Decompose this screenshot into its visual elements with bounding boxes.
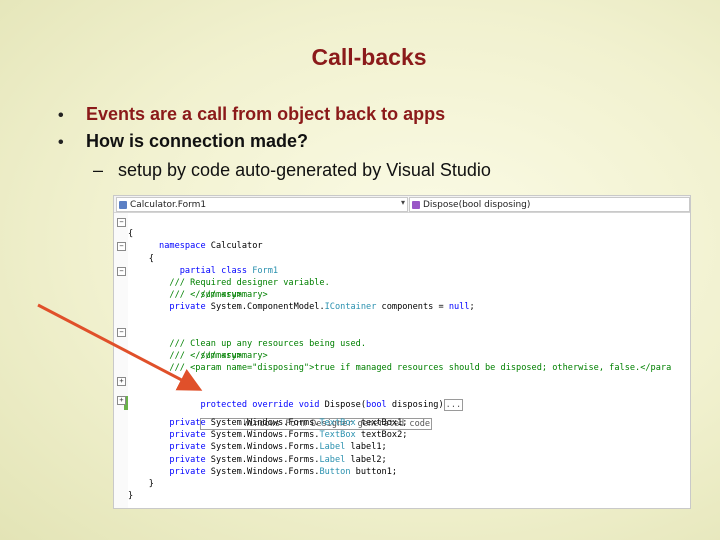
code-line: − namespace Calculator — [117, 216, 263, 251]
sub-bullet-text: setup by code auto-generated by Visual S… — [118, 160, 491, 180]
bullet-item-connection: • How is connection made? — [58, 131, 445, 158]
class-icon — [119, 200, 127, 209]
code-line: } — [128, 491, 134, 502]
chevron-down-icon[interactable]: ▾ — [401, 198, 405, 207]
editor-navigation-bar: Calculator.Form1 ▾ Dispose(bool disposin… — [114, 196, 690, 213]
code-line: /// </summary> — [128, 351, 242, 362]
class-dropdown[interactable]: Calculator.Form1 ▾ — [116, 197, 408, 212]
code-line: private System.Windows.Forms.Label label… — [169, 454, 387, 465]
slide-title: Call-backs — [311, 44, 427, 70]
code-line: { — [128, 229, 134, 240]
sub-bullet-marker: – — [93, 160, 104, 180]
code-line: /// </summary> — [128, 290, 242, 301]
bullet-item-events: • Events are a call from object back to … — [58, 104, 445, 131]
code-line: − /// <summary> — [117, 265, 268, 300]
code-line: − /// <summary> — [117, 326, 268, 361]
code-line: private System.Windows.Forms.TextBox tex… — [169, 418, 408, 428]
code-line: private System.Windows.Forms.TextBox tex… — [169, 430, 408, 441]
code-line: /// Clean up any resources being used. — [128, 339, 366, 349]
code-editor-screenshot: Calculator.Form1 ▾ Dispose(bool disposin… — [113, 195, 691, 509]
bullet-list: • Events are a call from object back to … — [58, 104, 445, 158]
method-icon — [412, 200, 420, 209]
collapsed-code-marker[interactable]: ... — [443, 399, 464, 411]
code-line: private System.ComponentModel.IContainer… — [169, 302, 475, 313]
member-dropdown-value: Dispose(bool disposing) — [423, 199, 531, 210]
collapse-toggle-icon[interactable]: − — [117, 218, 126, 227]
class-dropdown-value: Calculator.Form1 — [130, 199, 207, 210]
collapse-toggle-icon[interactable]: − — [117, 266, 126, 276]
code-line: private System.Windows.Forms.Button butt… — [169, 466, 398, 477]
code-line: { — [128, 253, 154, 264]
editor-gutter — [114, 213, 128, 508]
expand-toggle-icon[interactable]: + — [117, 396, 126, 405]
sub-bullet-item: – setup by code auto-generated by Visual… — [93, 160, 491, 181]
code-line: /// Required designer variable. — [128, 278, 330, 288]
collapse-toggle-icon[interactable]: − — [117, 327, 126, 337]
member-dropdown[interactable]: Dispose(bool disposing) — [409, 197, 690, 212]
bullet-text: How is connection made? — [86, 131, 309, 151]
code-line: + Windows Form Designer generated code — [117, 394, 433, 431]
bullet-marker: • — [58, 107, 64, 124]
code-line: + protected override void Dispose(bool d… — [117, 375, 464, 411]
bullet-marker: • — [58, 134, 64, 151]
code-line: } — [128, 479, 154, 489]
code-line: − partial class Form1 — [117, 240, 278, 276]
code-line: /// <param name="disposing">true if mana… — [128, 363, 672, 374]
bullet-text: Events are a call from object back to ap… — [86, 104, 446, 124]
expand-toggle-icon[interactable]: + — [117, 376, 126, 386]
code-line: private System.Windows.Forms.Label label… — [169, 442, 387, 453]
collapse-toggle-icon[interactable]: − — [117, 242, 126, 252]
